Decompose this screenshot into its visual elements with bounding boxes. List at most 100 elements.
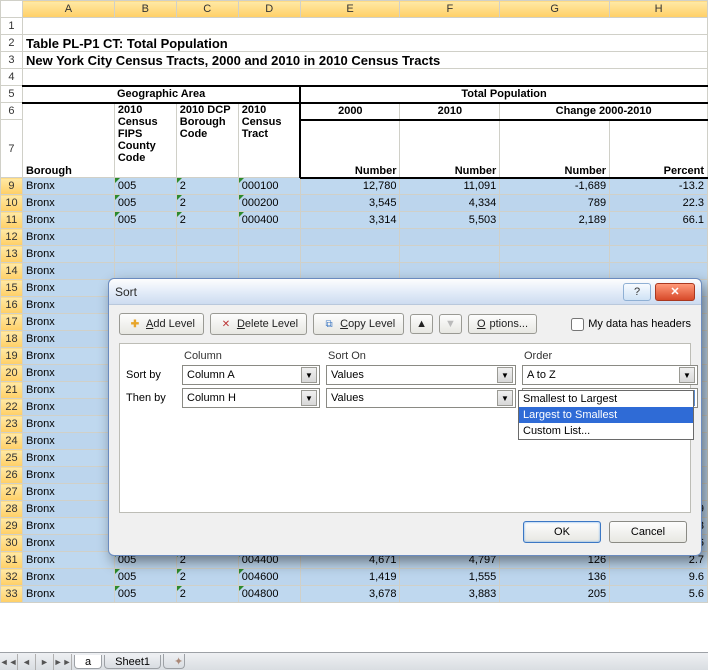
cancel-button[interactable]: Cancel [609,521,687,543]
cell[interactable]: 2 [176,178,238,195]
sort-on-combo-2[interactable]: Values▼ [326,388,516,408]
cell[interactable]: 005 [114,569,176,586]
row-header[interactable]: 17 [1,314,23,331]
cell[interactable]: 1,555 [400,569,500,586]
row-header[interactable]: 30 [1,535,23,552]
cell[interactable]: 005 [114,212,176,229]
cell[interactable]: Bronx [22,263,114,280]
cell[interactable]: 004600 [238,569,300,586]
cell[interactable]: 2 [176,195,238,212]
row-header[interactable]: 6 [1,103,23,120]
row-header[interactable]: 24 [1,433,23,450]
cell[interactable]: 3,545 [300,195,400,212]
header-2000[interactable]: 2000 [300,103,400,120]
cell[interactable]: Bronx [22,246,114,263]
has-headers-checkbox[interactable]: My data has headers [571,318,691,331]
row-header[interactable]: 21 [1,382,23,399]
cell[interactable]: Bronx [22,314,114,331]
row-header[interactable]: 4 [1,69,23,86]
cell[interactable] [610,263,708,280]
header-total-pop[interactable]: Total Population [300,86,707,103]
header-fips[interactable]: 2010 Census FIPS County Code [114,103,176,178]
move-up-button[interactable]: ▲ [410,314,433,334]
cell[interactable] [300,263,400,280]
row-header[interactable]: 29 [1,518,23,535]
title-cell[interactable]: Table PL-P1 CT: Total Population [22,35,707,52]
cell[interactable]: 2 [176,212,238,229]
tab-nav-last[interactable]: ►► [54,654,72,670]
header-change[interactable]: Change 2000-2010 [500,103,708,120]
row-header[interactable]: 13 [1,246,23,263]
sheet-tab-a[interactable]: a [74,655,102,669]
cell[interactable]: Bronx [22,450,114,467]
col-header-D[interactable]: D [238,1,300,18]
header-number[interactable]: Number [300,120,400,178]
cell[interactable]: Bronx [22,280,114,297]
cell[interactable] [114,229,176,246]
cell[interactable]: Bronx [22,195,114,212]
select-all-corner[interactable] [1,1,23,18]
dialog-titlebar[interactable]: Sort ? ✕ [109,279,701,305]
tab-nav-next[interactable]: ► [36,654,54,670]
row-header[interactable]: 28 [1,501,23,518]
row-header[interactable]: 14 [1,263,23,280]
tab-nav-first[interactable]: ◄◄ [0,654,18,670]
row-header[interactable]: 5 [1,86,23,103]
col-header-F[interactable]: F [400,1,500,18]
cell[interactable]: 4,334 [400,195,500,212]
cell[interactable]: Bronx [22,212,114,229]
cell[interactable]: 2 [176,569,238,586]
row-header[interactable]: 33 [1,586,23,603]
row-header[interactable]: 31 [1,552,23,569]
cell[interactable] [22,18,707,35]
cell[interactable]: -13.2 [610,178,708,195]
row-header[interactable]: 2 [1,35,23,52]
cell[interactable] [238,229,300,246]
cell[interactable]: Bronx [22,467,114,484]
header-tract[interactable]: 2010 Census Tract [238,103,300,178]
cell[interactable] [400,246,500,263]
row-header[interactable]: 20 [1,365,23,382]
cell[interactable] [500,263,610,280]
header-percent[interactable]: Percent [610,120,708,178]
cell[interactable]: Bronx [22,416,114,433]
row-header[interactable]: 26 [1,467,23,484]
cell[interactable]: 005 [114,586,176,603]
has-headers-input[interactable] [571,318,584,331]
cell[interactable]: 22.3 [610,195,708,212]
cell[interactable] [176,229,238,246]
cell[interactable]: 2 [176,586,238,603]
cell[interactable]: 3,314 [300,212,400,229]
row-header[interactable]: 23 [1,416,23,433]
cell[interactable]: Bronx [22,399,114,416]
delete-level-button[interactable]: ✕ Delete Level [210,313,307,335]
move-down-button[interactable]: ▼ [439,314,462,334]
row-header[interactable]: 18 [1,331,23,348]
col-header-B[interactable]: B [114,1,176,18]
cell[interactable] [400,263,500,280]
cell[interactable] [610,229,708,246]
cell[interactable]: Bronx [22,348,114,365]
row-header[interactable]: 3 [1,52,23,69]
cell[interactable] [238,263,300,280]
cell[interactable] [114,263,176,280]
cell[interactable]: 005 [114,178,176,195]
header-2010[interactable]: 2010 [400,103,500,120]
cell[interactable] [300,246,400,263]
row-header[interactable]: 27 [1,484,23,501]
row-header[interactable]: 22 [1,399,23,416]
row-header[interactable]: 7 [1,120,23,178]
cell[interactable]: Bronx [22,365,114,382]
sort-order-combo-1[interactable]: A to Z▼ [522,365,698,385]
cell[interactable] [500,246,610,263]
sort-column-combo-1[interactable]: Column A▼ [182,365,320,385]
header-geo-area[interactable]: Geographic Area [22,86,300,103]
dialog-close-button[interactable]: ✕ [655,283,695,301]
row-header[interactable]: 32 [1,569,23,586]
sheet-tab-sheet1[interactable]: Sheet1 [104,655,161,669]
cell[interactable]: 789 [500,195,610,212]
cell[interactable]: 11,091 [400,178,500,195]
cell[interactable]: Bronx [22,229,114,246]
cell[interactable]: 000200 [238,195,300,212]
col-header-H[interactable]: H [610,1,708,18]
